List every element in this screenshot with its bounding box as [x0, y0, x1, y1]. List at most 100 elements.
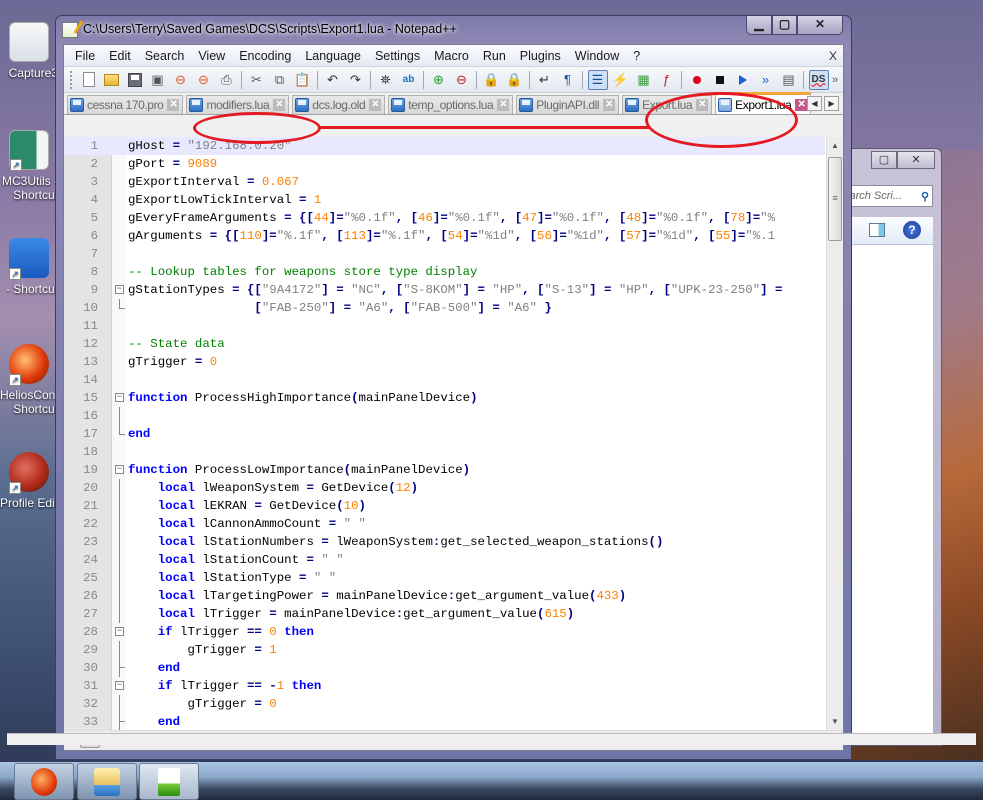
macro-stop-button[interactable]: [710, 70, 730, 90]
tab-export1-lua[interactable]: Export1.lua ✕: [715, 92, 812, 114]
save-all-button[interactable]: ▣: [148, 70, 168, 90]
paste-button[interactable]: 📋: [293, 70, 313, 90]
tab-close-icon[interactable]: ✕: [167, 99, 180, 111]
tab-close-icon[interactable]: ✕: [369, 99, 382, 111]
code-line[interactable]: 7: [64, 245, 825, 263]
code-line[interactable]: 16: [64, 407, 825, 425]
tab-close-icon[interactable]: ✕: [696, 99, 709, 111]
code-line[interactable]: 8 -- Lookup tables for weapons store type…: [64, 263, 825, 281]
zoom-in-button[interactable]: ⊕: [429, 70, 449, 90]
maximize-button[interactable]: ▢: [772, 16, 797, 35]
toolbar-overflow-button[interactable]: »: [832, 74, 838, 86]
macro-record-button[interactable]: [687, 70, 707, 90]
tab-close-icon[interactable]: ✕: [497, 99, 510, 111]
code-line[interactable]: 29 gTrigger = 1: [64, 641, 825, 659]
macro-play-button[interactable]: [733, 70, 753, 90]
code-lines[interactable]: 1 gHost = "192.168.0.20" 2 gPort = 9089 3 gEx…: [64, 137, 825, 730]
code-line[interactable]: 28 − if lTrigger == 0 then: [64, 623, 825, 641]
copy-button[interactable]: ⧉: [270, 70, 290, 90]
tab-export-lua[interactable]: Export.lua ✕: [622, 95, 713, 114]
code-line[interactable]: 32 gTrigger = 0: [64, 695, 825, 713]
help-icon[interactable]: ?: [903, 221, 921, 239]
code-line[interactable]: 26 local lTargetingPower = mainPanelDevi…: [64, 587, 825, 605]
preview-pane-icon[interactable]: [869, 223, 885, 237]
code-line[interactable]: 12 -- State data: [64, 335, 825, 353]
close-button[interactable]: ✕: [797, 16, 843, 35]
menu-search[interactable]: Search: [138, 45, 192, 67]
menu-encoding[interactable]: Encoding: [232, 45, 298, 67]
code-line[interactable]: 13 gTrigger = 0: [64, 353, 825, 371]
tab-pluginapi-dll[interactable]: PluginAPI.dll ✕: [516, 95, 620, 114]
background-close-button[interactable]: ✕: [897, 151, 935, 169]
menu-help[interactable]: ?: [626, 45, 647, 67]
code-line[interactable]: 10 ["FAB-250"] = "A6", ["FAB-500"] = "A6…: [64, 299, 825, 317]
menu-edit[interactable]: Edit: [102, 45, 138, 67]
tab-temp-options-lua[interactable]: temp_options.lua ✕: [388, 95, 514, 114]
code-line[interactable]: 20 local lWeaponSystem = GetDevice(12): [64, 479, 825, 497]
background-maximize-button[interactable]: ▢: [871, 151, 897, 169]
word-wrap-button[interactable]: ↵: [535, 70, 555, 90]
code-line[interactable]: 4 gExportLowTickInterval = 1: [64, 191, 825, 209]
title-bar[interactable]: C:\Users\Terry\Saved Games\DCS\Scripts\E…: [56, 16, 851, 44]
fold-collapse-icon[interactable]: −: [115, 465, 124, 474]
menu-macro[interactable]: Macro: [427, 45, 476, 67]
toolbar-grip[interactable]: [70, 70, 73, 89]
desktop-icon[interactable]: ↗ - Shortcut: [0, 238, 58, 296]
search-icon[interactable]: ⚲: [921, 187, 929, 206]
tab-cessna-170-pro[interactable]: cessna 170.pro ✕: [67, 95, 184, 114]
doc-map-button[interactable]: ▦: [634, 70, 654, 90]
macro-play-multiple-button[interactable]: »: [756, 70, 776, 90]
menu-language[interactable]: Language: [298, 45, 368, 67]
desktop-icon[interactable]: Capture3: [0, 22, 58, 80]
close-button[interactable]: ⊖: [171, 70, 191, 90]
code-line[interactable]: 18: [64, 443, 825, 461]
close-document-button[interactable]: X: [829, 45, 837, 67]
code-line[interactable]: 33 end: [64, 713, 825, 730]
code-line[interactable]: 14: [64, 371, 825, 389]
open-file-button[interactable]: [102, 70, 122, 90]
menu-plugins[interactable]: Plugins: [513, 45, 568, 67]
new-file-button[interactable]: [79, 70, 99, 90]
macro-save-button[interactable]: ▤: [779, 70, 799, 90]
undo-button[interactable]: ↶: [323, 70, 343, 90]
code-line[interactable]: 15 − function ProcessHighImportance(mainPa…: [64, 389, 825, 407]
indent-guide-button[interactable]: ☰: [587, 69, 608, 90]
code-line[interactable]: 27 local lTrigger = mainPanelDevice:get_…: [64, 605, 825, 623]
code-line[interactable]: 31 − if lTrigger == -1 then: [64, 677, 825, 695]
taskbar-windows-explorer[interactable]: [77, 763, 137, 800]
vertical-scrollbar[interactable]: ▲ ≡ ▼: [826, 137, 843, 730]
code-line[interactable]: 23 local lStationNumbers = lWeaponSystem…: [64, 533, 825, 551]
code-line[interactable]: 2 gPort = 9089: [64, 155, 825, 173]
code-line[interactable]: 6 gArguments = {[110]="%.1f", [113]="%.1f…: [64, 227, 825, 245]
save-button[interactable]: [125, 70, 145, 90]
tab-scroll-right-button[interactable]: ▶: [824, 96, 839, 111]
user-lang-button[interactable]: ⚡: [611, 70, 631, 90]
tab-scroll-left-button[interactable]: ◀: [807, 96, 822, 111]
desktop-icon[interactable]: ↗ Profile Editor: [0, 452, 58, 510]
code-line[interactable]: 11: [64, 317, 825, 335]
code-line[interactable]: 9− gStationTypes = {["9A4172"] = "NC", ["…: [64, 281, 825, 299]
show-all-chars-button[interactable]: ¶: [558, 70, 578, 90]
code-line[interactable]: 5 gEveryFrameArguments = {[44]="%0.1f", […: [64, 209, 825, 227]
function-list-button[interactable]: ƒ: [657, 70, 677, 90]
code-line[interactable]: 3 gExportInterval = 0.067: [64, 173, 825, 191]
background-search-input[interactable]: Search Scri... ⚲: [841, 185, 933, 207]
tab-close-icon[interactable]: ✕: [273, 99, 286, 111]
replace-button[interactable]: ab: [399, 70, 419, 90]
taskbar-notepad-plus-plus[interactable]: [139, 763, 199, 800]
fold-collapse-icon[interactable]: −: [115, 393, 124, 402]
print-button[interactable]: ⎙: [217, 70, 237, 90]
spell-check-button[interactable]: DS: [808, 69, 829, 90]
zoom-out-button[interactable]: ⊖: [452, 70, 472, 90]
code-line[interactable]: 19 − function ProcessLowImportance(mainPan…: [64, 461, 825, 479]
code-line[interactable]: 25 local lStationType = " ": [64, 569, 825, 587]
code-line[interactable]: 30 end: [64, 659, 825, 677]
close-all-button[interactable]: ⊖: [194, 70, 214, 90]
redo-button[interactable]: ↷: [346, 70, 366, 90]
background-explorer-window[interactable]: ▢ ✕ Search Scri... ⚲ ?: [840, 148, 942, 746]
sync-h-button[interactable]: 🔒: [505, 70, 525, 90]
code-line[interactable]: 22 local lCannonAmmoCount = " ": [64, 515, 825, 533]
tab-dcs-log-old[interactable]: dcs.log.old ✕: [292, 95, 386, 114]
tab-modifiers-lua[interactable]: modifiers.lua ✕: [186, 95, 290, 114]
find-button[interactable]: ⛯: [376, 70, 396, 90]
